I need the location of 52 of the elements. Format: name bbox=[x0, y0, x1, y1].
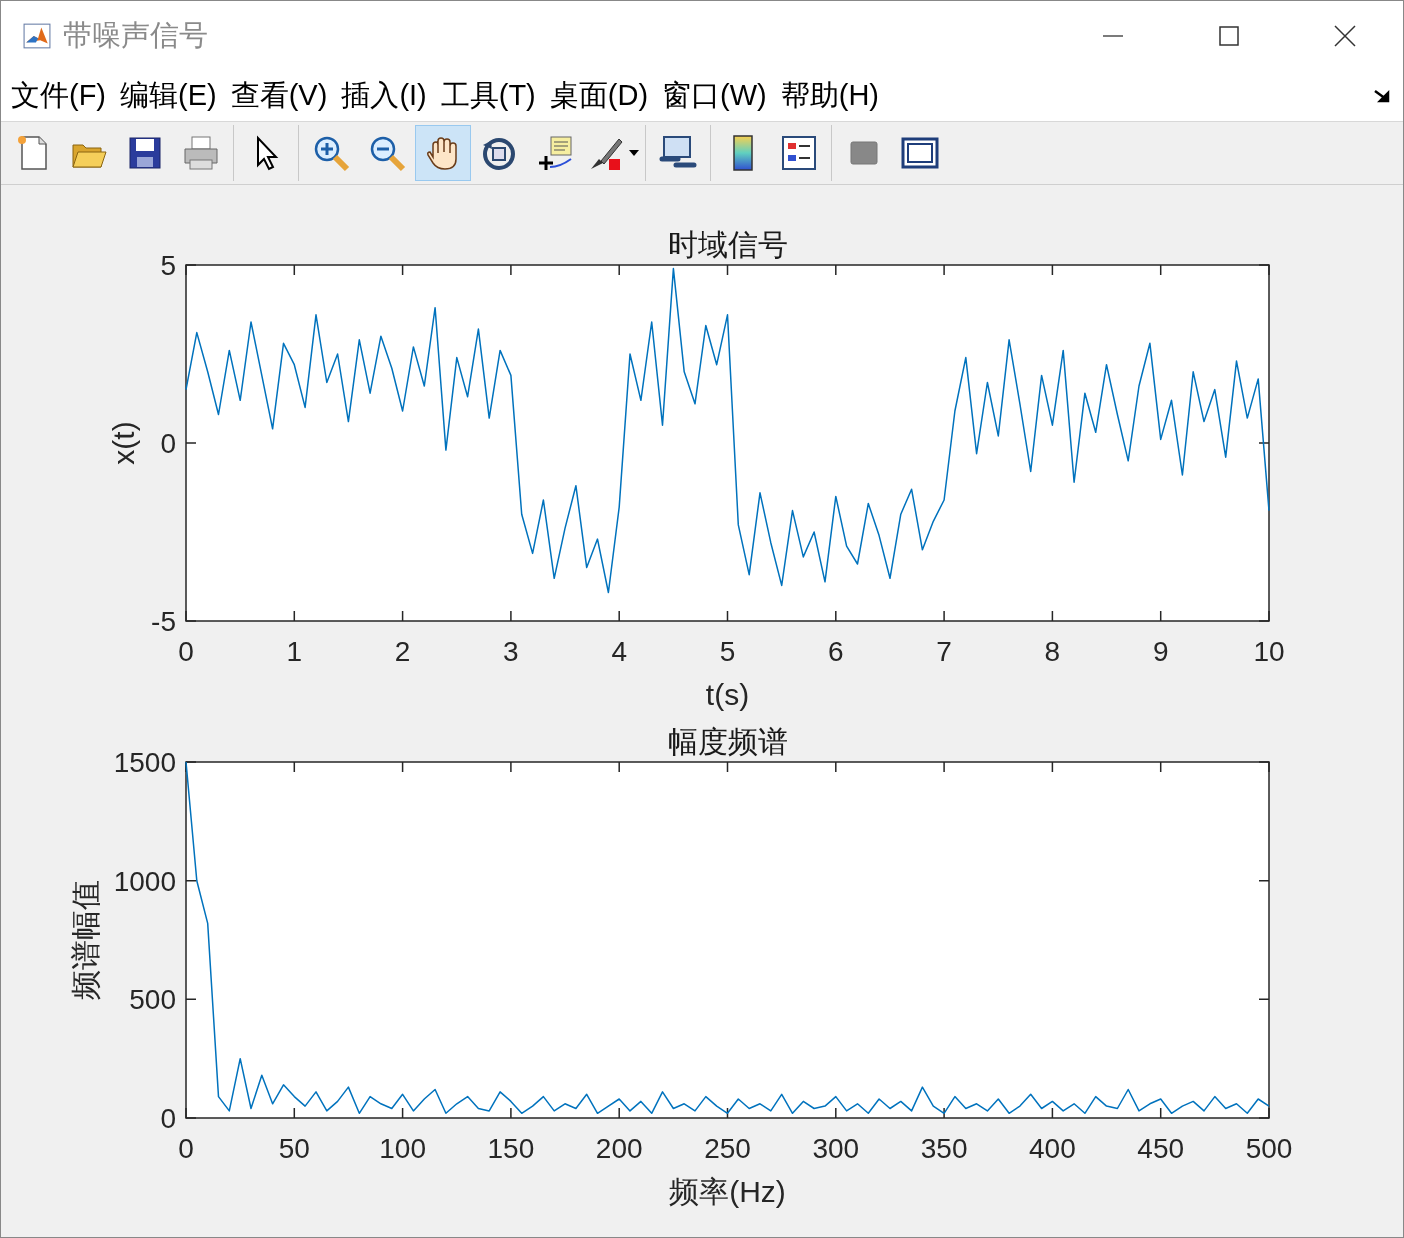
y-tick-label: 500 bbox=[129, 984, 176, 1016]
x-tick-label: 250 bbox=[704, 1133, 751, 1164]
menu-item[interactable]: 文件(F) bbox=[5, 76, 113, 116]
x-tick-label: 3 bbox=[503, 636, 519, 667]
menu-item[interactable]: 工具(T) bbox=[434, 76, 542, 116]
chart-title: 幅度频谱 bbox=[667, 724, 788, 759]
y-tick-label: -5 bbox=[151, 606, 176, 637]
x-axis-label: t(s) bbox=[705, 678, 750, 711]
minimize-icon bbox=[1103, 35, 1123, 37]
y-axis-label: 频谱幅值 bbox=[69, 880, 102, 1000]
window-title: 带噪声信号 bbox=[63, 18, 208, 53]
y-tick-label: 0 bbox=[160, 428, 176, 459]
menu-item[interactable]: 查看(V) bbox=[224, 76, 334, 116]
x-tick-label: 4 bbox=[611, 636, 627, 667]
x-tick-label: 300 bbox=[812, 1133, 860, 1164]
x-tick-label: 6 bbox=[828, 636, 844, 667]
x-axis-label: 频率(Hz) bbox=[669, 1175, 786, 1208]
menu-item[interactable]: 插入(I) bbox=[335, 76, 433, 116]
close-icon bbox=[1334, 25, 1356, 47]
maximize-icon bbox=[1219, 26, 1239, 46]
x-tick-label: 50 bbox=[278, 1133, 310, 1164]
y-tick-label: 1000 bbox=[113, 865, 176, 897]
x-tick-label: 400 bbox=[1029, 1133, 1076, 1164]
y-axis-label: x(t) bbox=[107, 421, 140, 465]
x-tick-label: 8 bbox=[1044, 636, 1061, 667]
x-tick-label: 200 bbox=[595, 1133, 643, 1164]
x-tick-label: 1 bbox=[286, 636, 303, 667]
x-tick-label: 0 bbox=[178, 1133, 194, 1164]
x-tick-label: 9 bbox=[1152, 636, 1169, 667]
chart-title: 时域信号 bbox=[667, 227, 788, 262]
printer-icon bbox=[181, 133, 221, 173]
x-tick-label: 5 bbox=[719, 636, 736, 667]
x-tick-label: 7 bbox=[936, 636, 952, 667]
x-tick-label: 500 bbox=[1245, 1133, 1293, 1164]
menu-item[interactable]: 编辑(E) bbox=[114, 76, 223, 116]
app-logo-icon bbox=[23, 23, 51, 49]
y-tick-label: 0 bbox=[160, 1103, 176, 1134]
menu-item[interactable]: 帮助(H) bbox=[774, 76, 885, 116]
x-tick-label: 150 bbox=[487, 1133, 535, 1164]
x-tick-label: 100 bbox=[379, 1133, 426, 1164]
y-tick-label: 1500 bbox=[113, 747, 176, 778]
x-tick-label: 2 bbox=[394, 636, 411, 667]
y-tick-label: 5 bbox=[160, 250, 176, 281]
x-tick-label: 0 bbox=[178, 636, 194, 667]
menu-item[interactable]: 窗口(W) bbox=[656, 76, 773, 116]
hand-button[interactable] bbox=[415, 125, 471, 181]
x-tick-label: 350 bbox=[920, 1133, 968, 1164]
menu-item[interactable]: 桌面(D) bbox=[543, 76, 655, 116]
x-tick-label: 450 bbox=[1137, 1133, 1185, 1164]
caret-icon[interactable] bbox=[629, 150, 639, 156]
legend-icon bbox=[779, 133, 819, 173]
x-tick-label: 10 bbox=[1253, 636, 1285, 667]
